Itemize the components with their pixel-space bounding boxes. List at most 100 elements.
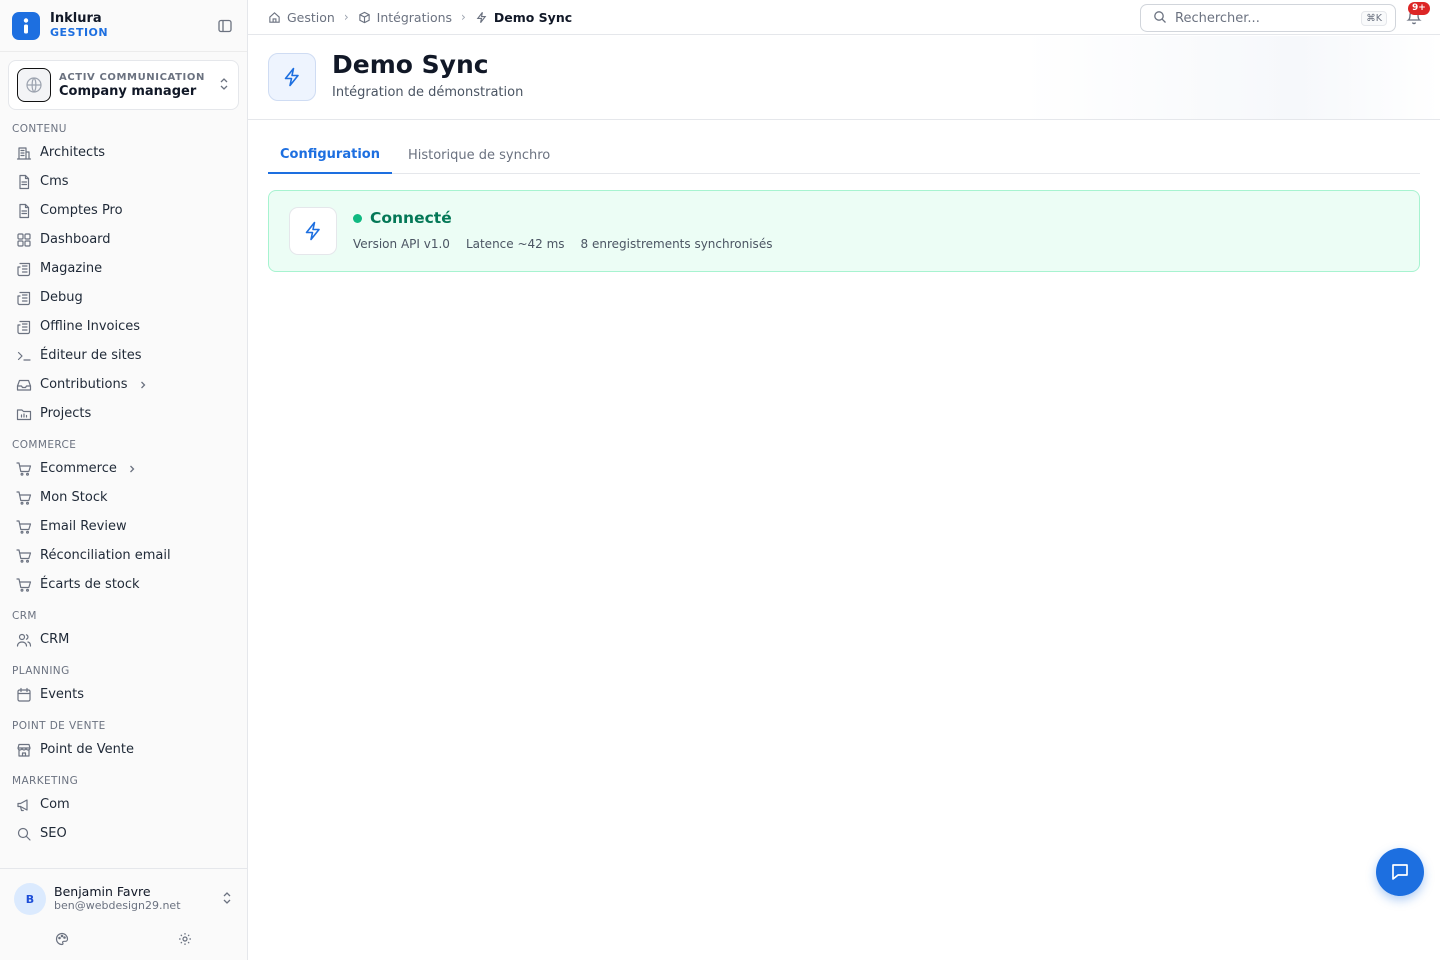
sidebar-item-point-de-vente[interactable]: Point de Vente (0, 735, 247, 764)
api-version: Version API v1.0 (353, 237, 450, 251)
home-icon (268, 11, 281, 24)
sidebar-section-title: CONTENU (12, 123, 67, 135)
sidebar-item-mon-stock[interactable]: Mon Stock (0, 483, 247, 512)
page-title: Demo Sync (332, 50, 489, 79)
breadcrumb-gestion[interactable]: Gestion (268, 10, 335, 25)
sidebar-section-title: CRM (12, 610, 37, 622)
user-menu[interactable]: B Benjamin Favre ben@webdesign29.net (0, 869, 247, 915)
cart-icon (16, 548, 32, 564)
sidebar-item-diteur-de-sites[interactable]: Éditeur de sites (0, 341, 247, 370)
sidebar-item-ecommerce[interactable]: Ecommerce (0, 454, 247, 483)
sidebar-item-label: Magazine (40, 261, 103, 276)
brand-subtitle: GESTION (50, 25, 109, 39)
user-panel: B Benjamin Favre ben@webdesign29.net (0, 868, 247, 960)
sidebar-section-title: POINT DE VENTE (12, 720, 106, 732)
search-input[interactable]: Rechercher... ⌘K (1140, 4, 1396, 32)
building-icon (16, 145, 32, 161)
sidebar-section: CONTENU Architects Cms Comptes Pro Dashboard… (0, 120, 247, 428)
connection-status-card: Connecté Version API v1.0 Latence ~42 ms… (268, 190, 1420, 272)
topbar: Gestion › Intégrations › Demo Sync Reche… (248, 0, 1440, 35)
sidebar-item-label: Debug (40, 290, 83, 305)
sidebar-item-label: Com (40, 797, 70, 812)
cart-icon (16, 519, 32, 535)
sidebar-item-label: Projects (40, 406, 92, 421)
org-kicker: ACTIV COMMUNICATION (59, 72, 205, 83)
sidebar-item-label: SEO (40, 826, 67, 841)
records-synced: 8 enregistrements synchronisés (580, 237, 773, 251)
sidebar-item-label: Réconciliation email (40, 548, 171, 563)
sidebar-item-carts-de-stock[interactable]: Écarts de stock (0, 570, 247, 599)
org-name: Company manager (59, 84, 197, 99)
sidebar-item-contributions[interactable]: Contributions (0, 370, 247, 399)
sidebar-item-crm[interactable]: CRM (0, 625, 247, 654)
search-shortcut: ⌘K (1361, 10, 1387, 26)
calendar-icon (16, 687, 32, 703)
megaphone-icon (16, 797, 32, 813)
gear-icon[interactable] (178, 931, 192, 950)
sidebar-item-events[interactable]: Events (0, 680, 247, 709)
search-icon (16, 826, 32, 842)
sidebar-item-label: Events (40, 687, 85, 702)
sidebar-item-label: Mon Stock (40, 490, 108, 505)
sidebar-item-cms[interactable]: Cms (0, 167, 247, 196)
sidebar-section-title: COMMERCE (12, 439, 77, 451)
sidebar-item-projects[interactable]: Projects (0, 399, 247, 428)
brand-logo-icon[interactable] (12, 11, 40, 40)
sidebar-item-label: Point de Vente (40, 742, 135, 757)
chevron-right-icon: › (343, 10, 349, 24)
org-switcher[interactable]: ACTIV COMMUNICATION Company manager (8, 60, 239, 110)
newspaper-icon (16, 290, 32, 306)
status-label: Connecté (370, 209, 452, 227)
sidebar-item-com[interactable]: Com (0, 790, 247, 819)
latency: Latence ~42 ms (465, 237, 565, 251)
sidebar-item-label: Email Review (40, 519, 127, 534)
package-icon (358, 11, 371, 24)
sidebar-item-dashboard[interactable]: Dashboard (0, 225, 247, 254)
zap-icon (289, 207, 337, 255)
sidebar-item-magazine[interactable]: Magazine (0, 254, 247, 283)
newspaper-icon (16, 319, 32, 335)
sidebar-section: MARKETING Com SEO (0, 772, 247, 848)
sidebar-item-label: Cms (40, 174, 69, 189)
sidebar-item-label: Ecommerce (40, 461, 117, 476)
tab-configuration[interactable]: Configuration (268, 136, 392, 174)
palette-icon[interactable] (55, 931, 69, 950)
breadcrumb-integrations[interactable]: Intégrations (358, 10, 452, 25)
search-icon (1153, 9, 1167, 28)
sidebar-item-label: CRM (40, 632, 70, 647)
users-icon (16, 632, 32, 648)
brand-header: Inklura GESTION (0, 0, 247, 52)
grid-icon (16, 232, 32, 248)
status-meta: Version API v1.0 Latence ~42 ms 8 enregi… (353, 237, 788, 251)
chevron-right-icon[interactable] (127, 464, 137, 474)
sidebar-item-label: Éditeur de sites (40, 348, 142, 363)
sidebar-section-title: MARKETING (12, 775, 79, 787)
sidebar-item-offline-invoices[interactable]: Offline Invoices (0, 312, 247, 341)
file-icon (16, 174, 32, 190)
sidebar-item-label: Dashboard (40, 232, 111, 247)
page-subtitle: Intégration de démonstration (332, 85, 524, 100)
sidebar-item-seo[interactable]: SEO (0, 819, 247, 848)
sidebar-item-label: Contributions (40, 377, 128, 392)
sidebar-section: POINT DE VENTE Point de Vente (0, 717, 247, 764)
sidebar-item-label: Comptes Pro (40, 203, 123, 218)
chat-button[interactable] (1376, 848, 1424, 896)
sidebar-item-label: Architects (40, 145, 106, 160)
tabs: Configuration Historique de synchro (268, 136, 1420, 174)
sidebar-item-email-review[interactable]: Email Review (0, 512, 247, 541)
search-placeholder: Rechercher... (1175, 10, 1260, 26)
sidebar-toggle-icon[interactable] (215, 16, 235, 36)
breadcrumb-label: Intégrations (376, 9, 453, 25)
file-icon (16, 203, 32, 219)
chevrons-up-down-icon (221, 890, 233, 909)
breadcrumb-current: Demo Sync (475, 10, 572, 25)
inbox-icon (16, 377, 32, 393)
cart-icon (16, 461, 32, 477)
sidebar-item-r-conciliation-email[interactable]: Réconciliation email (0, 541, 247, 570)
sidebar-item-comptes-pro[interactable]: Comptes Pro (0, 196, 247, 225)
chevron-right-icon[interactable] (138, 380, 148, 390)
sidebar-section: CRM CRM (0, 607, 247, 654)
tab-historique[interactable]: Historique de synchro (396, 136, 562, 174)
sidebar-item-architects[interactable]: Architects (0, 138, 247, 167)
sidebar-item-debug[interactable]: Debug (0, 283, 247, 312)
